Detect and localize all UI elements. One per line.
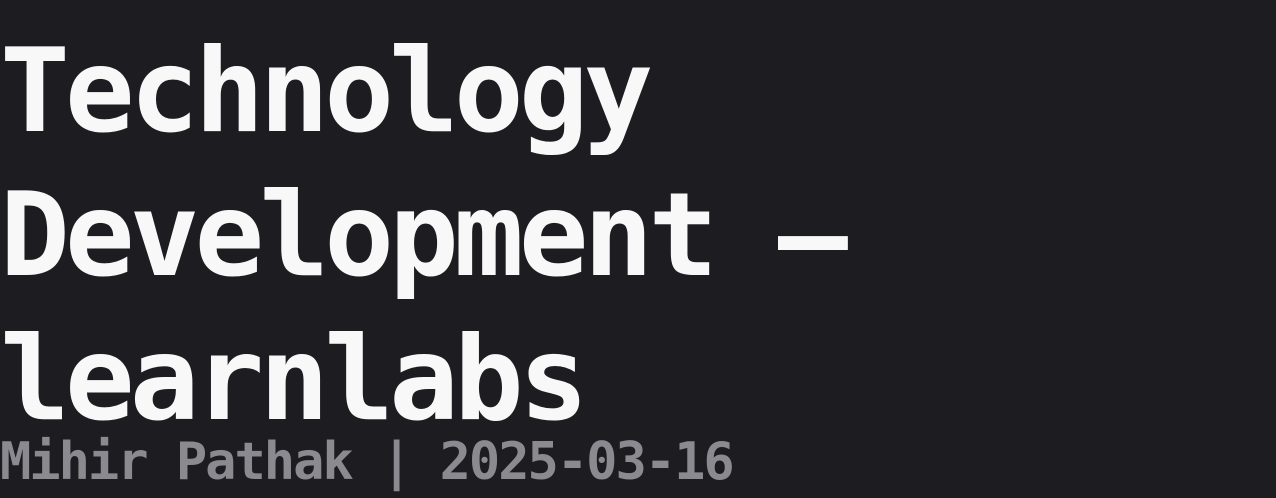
meta-separator: |	[381, 432, 412, 492]
post-title: Technology Development – learnlabs	[0, 20, 1276, 452]
post-header: Technology Development – learnlabs Mihir…	[0, 0, 1276, 498]
post-date: 2025-03-16	[439, 432, 735, 492]
post-meta: Mihir Pathak | 2025-03-16	[0, 432, 735, 492]
post-title-line-2: Development –	[0, 168, 848, 303]
post-title-line-1: Technology	[0, 24, 653, 159]
post-title-line-3: learnlabs	[0, 312, 589, 447]
post-author: Mihir Pathak	[0, 432, 354, 492]
